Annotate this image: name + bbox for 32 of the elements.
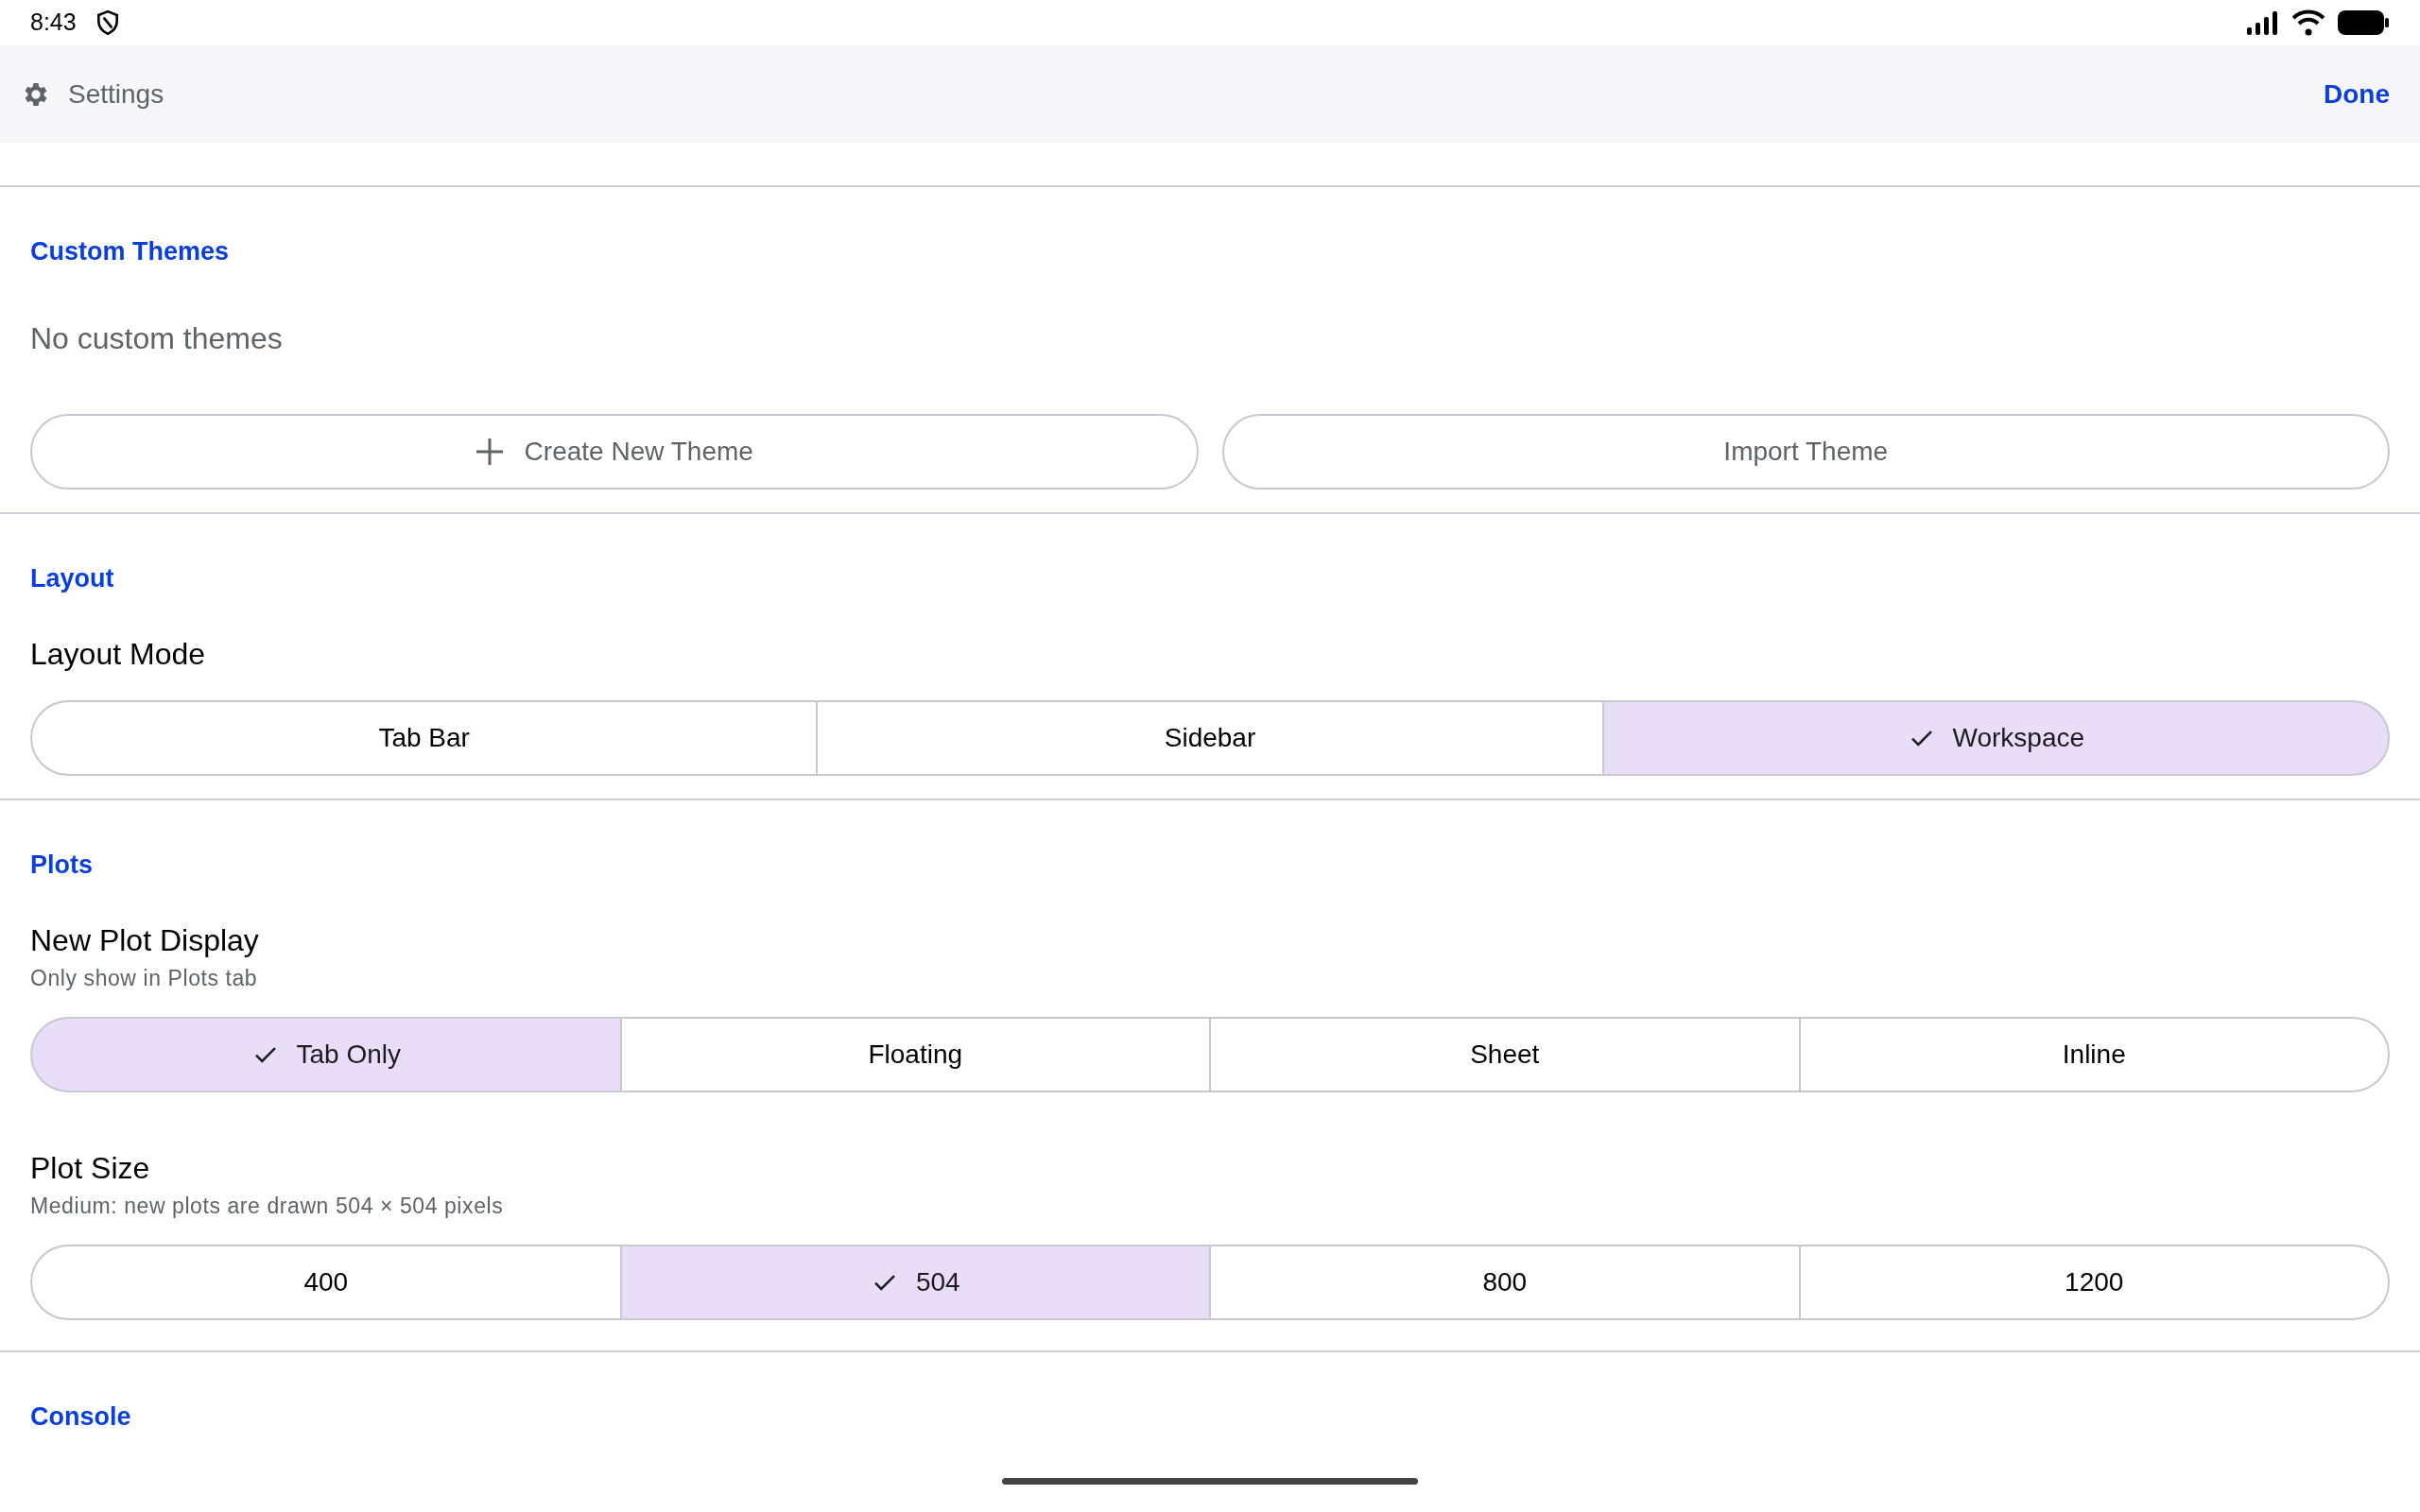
setting-label: New Plot Display xyxy=(30,922,260,959)
shield-icon xyxy=(95,9,120,36)
setting-description: Medium: new plots are drawn 504 × 504 pixels xyxy=(30,1193,505,1220)
segment-option[interactable]: 400 xyxy=(30,1245,620,1320)
segment-option[interactable]: Tab Only xyxy=(30,1017,620,1092)
section-title: Plots xyxy=(30,850,94,881)
setting-label: Plot Size xyxy=(30,1150,151,1187)
theme-button[interactable]: Create New Theme xyxy=(30,414,1199,490)
segment-option[interactable]: Sheet xyxy=(1209,1017,1799,1092)
signal-icon xyxy=(2246,10,2280,35)
home-indicator[interactable] xyxy=(1002,1478,1418,1485)
segment-option[interactable]: Sidebar xyxy=(816,700,1602,776)
section-title: Layout xyxy=(30,563,115,594)
segment-option[interactable]: Floating xyxy=(619,1017,1209,1092)
header-title: Settings xyxy=(68,77,164,111)
done-button[interactable]: Done xyxy=(2324,74,2390,114)
wifi-icon xyxy=(2291,9,2325,36)
segment-option[interactable]: 800 xyxy=(1209,1245,1799,1320)
status-time: 8:43 xyxy=(30,8,77,38)
section-title: Custom Themes xyxy=(30,236,231,267)
empty-message: No custom themes xyxy=(30,320,284,357)
setting-description: Only show in Plots tab xyxy=(30,965,259,992)
plus-icon xyxy=(475,438,504,466)
segment-option[interactable]: 504 xyxy=(619,1245,1209,1320)
theme-button[interactable]: Import Theme xyxy=(1221,414,2390,490)
battery-icon xyxy=(2337,9,2390,36)
segment-option[interactable]: Inline xyxy=(1798,1017,2390,1092)
section-title: Console xyxy=(30,1401,132,1433)
segment-option[interactable]: 1200 xyxy=(1798,1245,2390,1320)
segment-option[interactable]: Tab Bar xyxy=(30,700,817,776)
setting-label: Layout Mode xyxy=(30,636,206,673)
segment-option[interactable]: Workspace xyxy=(1601,700,2390,776)
